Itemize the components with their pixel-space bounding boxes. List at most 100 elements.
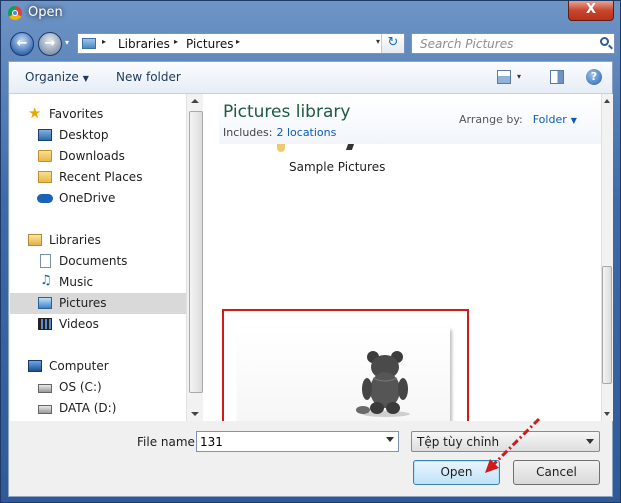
library-location-icon [82, 38, 96, 49]
organize-caret-icon: ▼ [82, 74, 89, 83]
scroll-up-icon[interactable] [604, 99, 610, 103]
navigation-pane: ★ Favorites Desktop Downloads Recent Pla… [10, 94, 186, 421]
scroll-down-icon[interactable] [604, 412, 610, 416]
computer-icon [28, 360, 42, 372]
arrange-caret-icon[interactable]: ▼ [571, 116, 577, 125]
back-button[interactable]: ← [10, 32, 34, 56]
organize-menu[interactable]: Organize ▼ [25, 70, 89, 84]
arrange-by: Arrange by: Folder ▼ [459, 113, 577, 126]
star-icon: ★ [28, 104, 42, 122]
sidebar-item-os-drive[interactable]: OS (C:) [10, 377, 186, 398]
sidebar-item-documents[interactable]: Documents [10, 251, 186, 272]
sidebar-item-label: Music [59, 275, 94, 289]
pictures-icon [38, 297, 52, 309]
pane-splitter[interactable] [203, 94, 219, 421]
file-name-combobox[interactable] [196, 431, 399, 452]
documents-icon [40, 254, 51, 268]
sidebar-item-recent-places[interactable]: Recent Places [10, 167, 186, 188]
scrollbar-thumb[interactable] [602, 266, 612, 384]
arrange-by-dropdown[interactable]: Folder [533, 113, 567, 126]
sidebar-item-favorites[interactable]: ★ Favorites [10, 104, 186, 125]
sidebar-item-label: OneDrive [59, 191, 116, 205]
scroll-down-icon[interactable] [191, 412, 199, 416]
desktop-icon [38, 129, 52, 141]
recent-places-icon [38, 171, 52, 183]
sidebar-item-downloads[interactable]: Downloads [10, 146, 186, 167]
file-item-131[interactable]: 131 [222, 309, 469, 421]
onedrive-cloud-icon [37, 194, 53, 203]
address-bar[interactable]: ▸ Libraries ▸ Pictures ▸ ▾ ↻ [77, 33, 405, 54]
search-box[interactable]: Search Pictures [411, 33, 615, 54]
sidebar-item-label: Desktop [59, 128, 109, 142]
sidebar-item-label: Recent Places [59, 170, 143, 184]
preview-pane-icon[interactable] [550, 70, 564, 84]
sidebar-item-label: OS (C:) [59, 380, 102, 394]
sidebar-item-music[interactable]: ♫ Music [10, 272, 186, 293]
downloads-folder-icon [38, 150, 52, 162]
annotation-arrow [485, 417, 541, 473]
view-options-caret-icon[interactable]: ▾ [517, 72, 521, 81]
forward-button[interactable]: → [38, 32, 62, 56]
refresh-button[interactable]: ↻ [381, 34, 404, 53]
change-view-icon[interactable] [497, 70, 511, 84]
sidebar-item-data-drive[interactable]: DATA (D:) [10, 398, 186, 419]
sidebar-item-libraries[interactable]: Libraries [10, 230, 186, 251]
help-icon[interactable]: ? [586, 69, 602, 85]
chrome-app-icon [8, 6, 22, 20]
breadcrumb-libraries[interactable]: Libraries [118, 37, 170, 51]
library-header: Pictures library Includes: 2 locations Ar… [219, 94, 601, 144]
command-toolbar: Organize ▼ New folder ▾ ? [9, 62, 612, 94]
sample-pictures-thumbnail-edge [345, 144, 355, 150]
close-button[interactable]: X [568, 1, 614, 21]
sidebar-item-pictures[interactable]: Pictures [10, 293, 186, 314]
search-icon[interactable] [600, 37, 609, 46]
library-includes: Includes: 2 locations [223, 126, 336, 139]
scrollbar-thumb[interactable] [189, 111, 203, 393]
sidebar-item-label: Pictures [59, 296, 107, 310]
sample-pictures-folder-icon[interactable] [277, 144, 285, 152]
search-placeholder: Search Pictures [420, 37, 514, 51]
locations-link[interactable]: 2 locations [276, 126, 336, 139]
file-name-field-label: File name: [137, 435, 199, 449]
data-drive-icon [38, 405, 52, 414]
sidebar-item-label: Computer [49, 359, 109, 373]
dialog-body: Organize ▼ New folder ▾ ? ★ Favorites Des… [8, 61, 613, 497]
file-list-pane: Pictures library Includes: 2 locations Ar… [219, 94, 601, 421]
new-folder-button[interactable]: New folder [116, 70, 181, 84]
sidebar-item-label: Libraries [49, 233, 101, 247]
recent-locations-dropdown[interactable]: ▾ [65, 38, 69, 47]
sidebar-item-label: Downloads [59, 149, 125, 163]
sidebar-item-computer[interactable]: Computer [10, 356, 186, 377]
window-title: Open [28, 5, 63, 20]
organize-label: Organize [25, 70, 79, 84]
folder-item-sample-pictures[interactable]: Sample Pictures [289, 160, 385, 174]
breadcrumb-separator[interactable]: ▸ [174, 37, 178, 46]
videos-icon [38, 318, 52, 330]
os-drive-icon [38, 384, 52, 393]
sidebar-item-videos[interactable]: Videos [10, 314, 186, 335]
libraries-icon [28, 234, 42, 246]
navigation-scrollbar[interactable] [186, 94, 204, 421]
page-title: Pictures library [223, 102, 351, 122]
file-name-dropdown-icon[interactable] [386, 437, 394, 442]
address-dropdown-icon[interactable]: ▾ [376, 37, 380, 46]
sidebar-item-desktop[interactable]: Desktop [10, 125, 186, 146]
sidebar-item-onedrive[interactable]: OneDrive [10, 188, 186, 209]
sidebar-item-label: DATA (D:) [59, 401, 117, 415]
breadcrumb-pictures[interactable]: Pictures [186, 37, 234, 51]
breadcrumb-separator[interactable]: ▸ [102, 37, 106, 46]
scroll-up-icon[interactable] [191, 99, 199, 103]
image-thumbnail[interactable] [237, 328, 450, 421]
chevron-down-icon[interactable] [586, 439, 594, 444]
sidebar-item-label: Videos [59, 317, 99, 331]
title-bar[interactable]: Open X [1, 1, 620, 27]
navigation-row: ← → ▾ ▸ Libraries ▸ Pictures ▸ ▾ ↻ Searc… [1, 29, 620, 59]
sidebar-item-label: Documents [59, 254, 128, 268]
arrange-label: Arrange by: [459, 113, 523, 126]
music-icon: ♫ [40, 273, 52, 288]
open-dialog-window: Open X ← → ▾ ▸ Libraries ▸ Pictures ▸ ▾ … [0, 0, 621, 503]
sidebar-item-label: Favorites [49, 107, 104, 121]
file-list-scrollbar[interactable] [601, 94, 613, 421]
file-name-input[interactable] [200, 433, 375, 450]
breadcrumb-separator[interactable]: ▸ [236, 37, 240, 46]
